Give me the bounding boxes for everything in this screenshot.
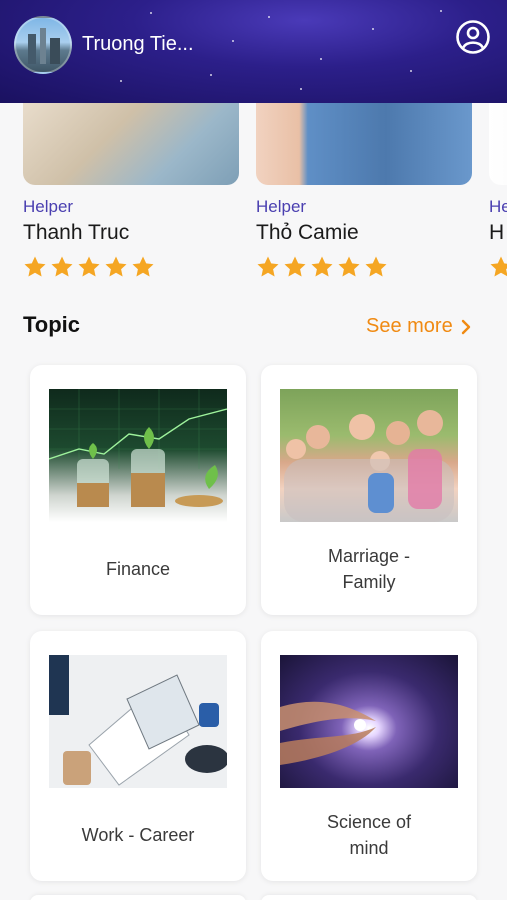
topic-card-work[interactable]: Work - Career bbox=[30, 631, 246, 881]
user-circle-icon[interactable] bbox=[455, 19, 491, 55]
topic-card-family[interactable]: Marriage - Family bbox=[261, 365, 477, 615]
helper-name: Thỏ Camie bbox=[256, 221, 359, 244]
topic-image-work bbox=[49, 655, 227, 788]
helper-photo bbox=[23, 103, 239, 185]
topic-label: Finance bbox=[105, 559, 171, 579]
star-icon bbox=[311, 256, 333, 277]
topic-card-partial[interactable] bbox=[261, 895, 477, 900]
helper-role: Helper bbox=[256, 197, 307, 216]
topic-label: Marriage - Family bbox=[327, 546, 411, 592]
topic-card-finance[interactable]: Finance bbox=[30, 365, 246, 615]
rating-stars bbox=[23, 255, 155, 279]
user-avatar[interactable] bbox=[14, 16, 72, 74]
star-icon bbox=[51, 256, 73, 277]
helper-photo bbox=[489, 103, 507, 185]
topic-image-mind bbox=[280, 655, 458, 788]
see-more-label: See more bbox=[366, 315, 453, 337]
star-icon bbox=[105, 256, 127, 277]
topic-card-partial[interactable] bbox=[30, 895, 246, 900]
section-title-topic: Topic bbox=[23, 312, 81, 337]
star-icon bbox=[24, 256, 46, 277]
topic-label: Work - Career bbox=[81, 825, 195, 845]
topic-card-mind[interactable]: Science of mind bbox=[261, 631, 477, 881]
rating-stars bbox=[489, 255, 507, 279]
star-icon bbox=[490, 256, 507, 277]
app-header: Truong Tie... bbox=[0, 0, 507, 103]
star-icon bbox=[257, 256, 279, 277]
star-icon bbox=[78, 256, 100, 277]
topic-label: Science of mind bbox=[326, 812, 412, 858]
helpers-carousel[interactable]: Helper Thanh Truc Helper Thỏ Camie He H bbox=[0, 103, 507, 283]
helper-name: H bbox=[489, 221, 505, 244]
helper-photo bbox=[256, 103, 472, 185]
app-screen: Truong Tie... Helper Thanh Truc Helper T… bbox=[0, 0, 507, 900]
helper-role: Helper bbox=[23, 197, 74, 216]
star-icon bbox=[132, 256, 154, 277]
helper-name: Thanh Truc bbox=[23, 221, 130, 244]
helper-card[interactable]: Helper Thỏ Camie bbox=[256, 103, 472, 277]
chevron-right-icon bbox=[461, 319, 470, 334]
topic-image-finance bbox=[49, 389, 227, 522]
helper-card[interactable]: Helper Thanh Truc bbox=[23, 103, 239, 277]
star-icon bbox=[284, 256, 306, 277]
star-icon bbox=[365, 256, 387, 277]
rating-stars bbox=[256, 255, 388, 279]
star-icon bbox=[338, 256, 360, 277]
helper-role: He bbox=[489, 197, 507, 216]
see-more-link[interactable]: See more bbox=[366, 315, 473, 338]
user-name[interactable]: Truong Tie... bbox=[82, 33, 194, 56]
helper-card[interactable]: He H bbox=[489, 103, 507, 277]
topic-image-family bbox=[280, 389, 458, 522]
